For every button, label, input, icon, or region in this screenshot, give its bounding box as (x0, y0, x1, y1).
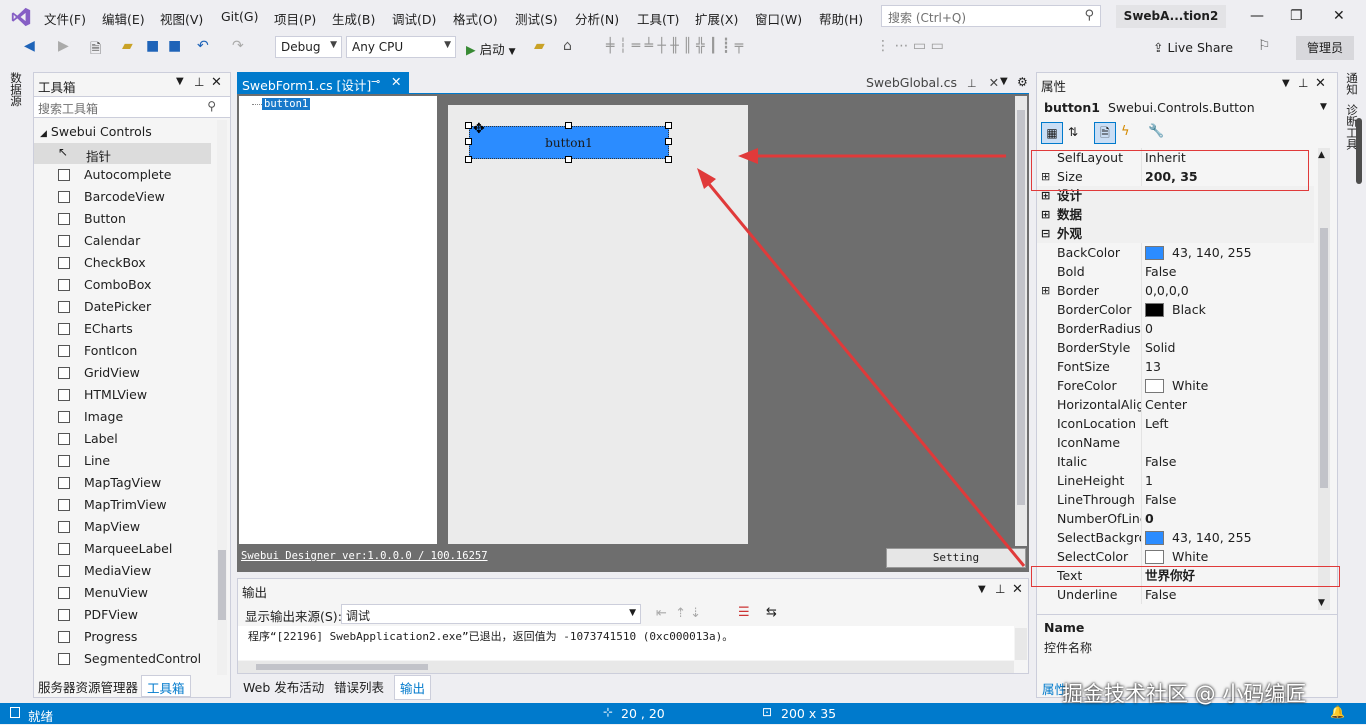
annotation-arrow-line (702, 177, 1026, 567)
status-size: 200 x 35 (781, 706, 837, 721)
annotation-arrows (697, 148, 1026, 567)
notification-icon[interactable]: 🔔 (1330, 705, 1345, 719)
position-icon: ⊹ (603, 705, 614, 719)
size-icon: ⊡ (762, 705, 773, 719)
status-position: 20 , 20 (621, 706, 665, 721)
watermark: 掘金技术社区 @ 小码编匠 (1062, 682, 1307, 706)
annotation-arrowhead (697, 168, 716, 189)
annotation-arrowhead (738, 148, 758, 164)
status-text: 就绪 (28, 709, 54, 724)
status-icon (10, 707, 20, 718)
